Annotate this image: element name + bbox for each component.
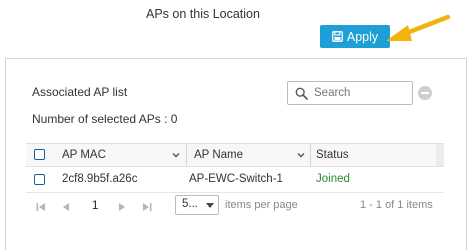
page-title: APs on this Location (146, 7, 260, 21)
current-page-number: 1 (92, 200, 99, 212)
column-divider (186, 144, 187, 166)
next-page-icon[interactable] (116, 201, 128, 213)
items-per-page-label: items per page (225, 199, 298, 211)
items-per-page-value: 5... (182, 198, 198, 210)
ap-location-dialog: APs on this Location Apply Associated AP… (0, 0, 474, 250)
sort-icon[interactable] (171, 150, 181, 160)
cell-ap-name: AP-EWC-Switch-1 (189, 173, 283, 185)
search-icon (295, 87, 308, 100)
apply-button-label: Apply (346, 29, 379, 44)
associated-ap-list-title: Associated AP list (32, 85, 128, 99)
cell-status: Joined (316, 173, 350, 185)
last-page-icon[interactable] (141, 201, 153, 213)
column-header-status[interactable]: Status (316, 144, 349, 166)
previous-page-icon[interactable] (60, 201, 72, 213)
column-header-ap-mac[interactable]: AP MAC (62, 144, 106, 166)
clear-search-icon[interactable] (418, 86, 432, 100)
selected-aps-count: Number of selected APs : 0 (32, 112, 178, 126)
column-header-ap-name[interactable]: AP Name (194, 144, 243, 166)
cell-ap-mac: 2cf8.9b5f.a26c (62, 173, 138, 185)
sort-icon[interactable] (296, 150, 306, 160)
search-input[interactable] (314, 84, 406, 102)
first-page-icon[interactable] (35, 201, 47, 213)
associated-ap-panel: Associated AP list Number of selected AP… (5, 58, 467, 250)
search-box[interactable] (287, 81, 413, 105)
column-divider (310, 144, 311, 166)
table-header: AP MAC AP Name Status (26, 143, 444, 167)
pagination-range: 1 - 1 of 1 items (360, 199, 433, 211)
callout-arrow-icon (386, 14, 451, 41)
items-per-page-select[interactable]: 5... (175, 195, 219, 215)
save-icon (331, 31, 343, 42)
row-checkbox[interactable] (34, 174, 45, 185)
table-scrollbar[interactable] (436, 144, 444, 166)
select-all-checkbox[interactable] (34, 149, 45, 160)
chevron-down-icon (206, 203, 214, 208)
pagination-bar: 1 5... items per page 1 - 1 of 1 items (26, 193, 444, 223)
table-row[interactable]: 2cf8.9b5f.a26c AP-EWC-Switch-1 Joined (26, 168, 444, 193)
